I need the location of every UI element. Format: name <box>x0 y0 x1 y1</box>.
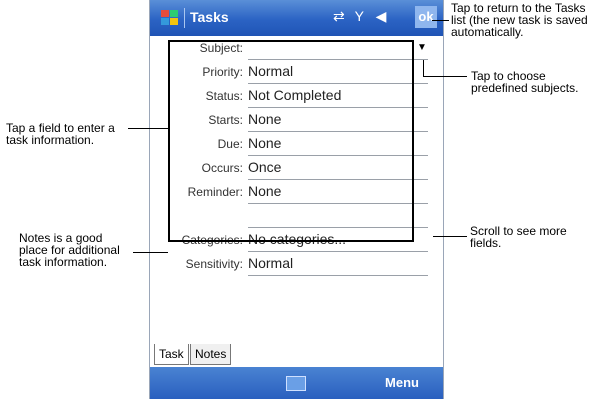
callout-subject-text: Tap to choose predefined subjects. <box>471 69 579 95</box>
callout-notes-text: Notes is a good place for additional tas… <box>19 231 120 269</box>
app-title: Tasks <box>190 9 229 25</box>
tab-task[interactable]: Task <box>154 344 189 365</box>
callout-subject-line-h <box>423 76 467 77</box>
sensitivity-value[interactable]: Normal <box>248 255 426 271</box>
title-separator <box>184 8 185 28</box>
ok-button[interactable]: ok <box>415 6 437 28</box>
start-flag-icon[interactable] <box>160 8 180 28</box>
callout-notes-line <box>133 252 168 253</box>
tab-notes[interactable]: Notes <box>190 344 232 365</box>
chevron-down-icon[interactable]: ▼ <box>417 42 427 53</box>
volume-icon: ◀ <box>375 8 387 24</box>
callout-ok-text: Tap to return to the Tasks list (the new… <box>451 1 588 39</box>
bottom-bar: Menu <box>150 367 443 399</box>
sync-icon: ⇄ <box>333 8 345 24</box>
callout-field-line <box>128 128 168 129</box>
field-highlight-box <box>168 40 414 242</box>
sensitivity-label: Sensitivity: <box>185 257 243 271</box>
title-bar: Tasks ⇄ Y ◀ ok <box>150 0 443 36</box>
sensitivity-underline <box>248 275 428 276</box>
keyboard-icon[interactable] <box>286 376 306 391</box>
callout-ok-line <box>432 20 449 21</box>
tab-strip: Task Notes <box>150 342 443 366</box>
callout-scroll-text: Scroll to see more fields. <box>470 224 567 250</box>
callout-field-text: Tap a field to enter a task information. <box>6 121 115 147</box>
sensitivity-row[interactable]: Sensitivity: Normal <box>150 252 443 276</box>
callout-subject-line-v <box>423 60 424 76</box>
menu-button[interactable]: Menu <box>385 375 419 390</box>
status-icons: ⇄ Y ◀ <box>333 8 386 25</box>
signal-icon: Y <box>354 8 364 24</box>
callout-scroll-line <box>433 236 467 237</box>
